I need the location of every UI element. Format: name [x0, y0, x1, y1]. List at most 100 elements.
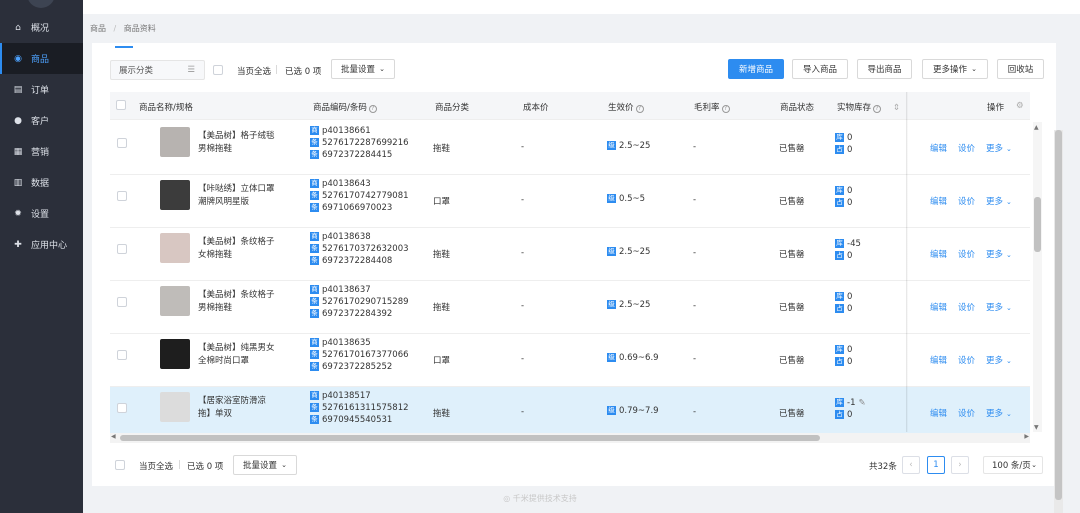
table-row[interactable]: 【咔哒绣】立体口罩 潮牌风明星版商 p40138643 条 52761707427790… — [110, 175, 1030, 228]
product-name[interactable]: 【居家浴室防滑凉 拖】单双 — [198, 395, 266, 421]
edit-link[interactable]: 编辑 — [930, 142, 947, 154]
product-thumbnail[interactable] — [160, 180, 190, 210]
set-price-link[interactable]: 设价 — [958, 407, 975, 419]
sidebar-item-3[interactable]: ● 客户 — [0, 105, 83, 136]
help-icon[interactable]: ? — [721, 105, 730, 113]
page-number[interactable]: 1 — [927, 456, 945, 474]
stock-cell: 库0占0 — [835, 132, 852, 156]
row-checkbox[interactable] — [117, 244, 127, 254]
scroll-up-icon[interactable]: ▲ — [1034, 124, 1039, 131]
page-size-select[interactable]: 100 条/页 ⌄ — [983, 456, 1043, 474]
column-settings-icon[interactable]: ⚙ — [1016, 101, 1024, 111]
product-thumbnail[interactable] — [160, 339, 190, 369]
help-icon[interactable]: ? — [873, 105, 882, 113]
select-page-checkbox[interactable] — [213, 65, 223, 75]
more-link[interactable]: 更多 ⌄ — [986, 195, 1012, 207]
edit-pencil-icon[interactable]: ✎ — [858, 398, 865, 408]
edit-link[interactable]: 编辑 — [930, 195, 947, 207]
new-product-button[interactable]: 新增商品 — [728, 59, 784, 79]
bottom-select-page-checkbox[interactable] — [115, 460, 125, 470]
breadcrumb-item[interactable]: 商品 — [90, 24, 106, 33]
more-link[interactable]: 更多 ⌄ — [986, 301, 1012, 313]
sidebar-item-7[interactable]: ✚ 应用中心 — [0, 229, 83, 260]
product-name[interactable]: 【美品树】条纹格子 女棉拖鞋 — [198, 236, 275, 262]
import-button[interactable]: 导入商品 — [792, 59, 848, 79]
row-checkbox[interactable] — [117, 350, 127, 360]
chevron-down-icon: ⌄ — [1006, 198, 1012, 206]
scrollbar-thumb[interactable] — [120, 435, 820, 441]
barcode: 5276170290715289 — [322, 297, 409, 307]
row-checkbox[interactable] — [117, 191, 127, 201]
cost-cell: - — [521, 248, 525, 258]
table-row[interactable]: 【美品树】条纹格子 女棉拖鞋商 p40138638 条 5276170372632003… — [110, 228, 1030, 281]
table-row[interactable]: 【美品树】纯黑男女 全棉时尚口罩商 p40138635 条 52761701673770… — [110, 334, 1030, 387]
help-icon[interactable]: ? — [368, 105, 377, 113]
barcode: 6972372284415 — [322, 150, 393, 160]
product-thumbnail[interactable] — [160, 392, 190, 422]
scroll-right-icon[interactable]: ▶ — [1024, 433, 1029, 440]
category-filter[interactable]: 展示分类 ☰ — [110, 60, 205, 80]
sidebar-item-0[interactable]: ⌂ 概况 — [0, 12, 83, 43]
bottom-batch-setting-button[interactable]: 批量设置 ⌄ — [233, 455, 297, 475]
set-price-link[interactable]: 设价 — [958, 248, 975, 260]
edit-link[interactable]: 编辑 — [930, 354, 947, 366]
more-link[interactable]: 更多 ⌄ — [986, 354, 1012, 366]
export-button[interactable]: 导出商品 — [857, 59, 912, 79]
product-name[interactable]: 【美品树】纯黑男女 全棉时尚口罩 — [198, 342, 275, 368]
scroll-left-icon[interactable]: ◀ — [111, 433, 116, 440]
next-page-button[interactable]: › — [951, 456, 969, 474]
product-thumbnail[interactable] — [160, 286, 190, 316]
sidebar-item-1[interactable]: ◉ 商品 — [0, 43, 83, 74]
table-row[interactable]: 【美品树】条纹格子 男棉拖鞋商 p40138637 条 5276170290715289… — [110, 281, 1030, 334]
table-row[interactable]: 【美品树】格子绒毯 男棉拖鞋商 p40138661 条 5276172287699216… — [110, 122, 1030, 175]
barcode-tag: 条 — [310, 138, 319, 147]
set-price-link[interactable]: 设价 — [958, 354, 975, 366]
more-link[interactable]: 更多 ⌄ — [986, 407, 1012, 419]
edit-link[interactable]: 编辑 — [930, 407, 947, 419]
price-level-tag: 级 — [607, 247, 616, 256]
table-vertical-scrollbar[interactable]: ▲ ▼ — [1033, 122, 1042, 432]
sort-icon[interactable]: ⇕ — [893, 103, 900, 113]
product-thumbnail[interactable] — [160, 127, 190, 157]
more-link[interactable]: 更多 ⌄ — [986, 142, 1012, 154]
goods-icon: ◉ — [14, 53, 22, 64]
product-name[interactable]: 【美品树】条纹格子 男棉拖鞋 — [198, 289, 275, 315]
more-link[interactable]: 更多 ⌄ — [986, 248, 1012, 260]
edit-link[interactable]: 编辑 — [930, 248, 947, 260]
bottom-selected-count: 已选 0 项 — [187, 462, 224, 472]
price-level-tag: 级 — [607, 300, 616, 309]
select-all-checkbox[interactable] — [116, 100, 126, 110]
help-icon[interactable]: ? — [635, 105, 644, 113]
row-checkbox[interactable] — [117, 297, 127, 307]
set-price-link[interactable]: 设价 — [958, 195, 975, 207]
chevron-down-icon: ⌄ — [971, 65, 977, 73]
product-name[interactable]: 【咔哒绣】立体口罩 潮牌风明星版 — [198, 183, 275, 209]
scrollbar-thumb[interactable] — [1034, 197, 1041, 252]
price-cell: 级 0.5~5 — [607, 194, 645, 204]
barcode: 6970945540531 — [322, 415, 393, 425]
sidebar-item-4[interactable]: ▦ 营销 — [0, 136, 83, 167]
set-price-link[interactable]: 设价 — [958, 301, 975, 313]
edit-link[interactable]: 编辑 — [930, 301, 947, 313]
prev-page-button[interactable]: ‹ — [902, 456, 920, 474]
row-checkbox[interactable] — [117, 138, 127, 148]
fixed-column-shadow — [906, 92, 908, 432]
page-scrollbar[interactable] — [1054, 130, 1063, 513]
recycle-bin-button[interactable]: 回收站 — [997, 59, 1044, 79]
page-scrollbar-thumb[interactable] — [1055, 130, 1062, 500]
more-ops-button[interactable]: 更多操作 ⌄ — [922, 59, 988, 79]
sidebar-item-2[interactable]: ▤ 订单 — [0, 74, 83, 105]
sidebar-item-6[interactable]: ✹ 设置 — [0, 198, 83, 229]
topbar-item[interactable] — [813, 0, 816, 5]
table-horizontal-scrollbar[interactable]: ◀ ▶ — [110, 433, 1030, 443]
product-name-line: 【美品树】条纹格子 — [198, 237, 275, 247]
margin-cell: - — [693, 195, 697, 205]
product-name[interactable]: 【美品树】格子绒毯 男棉拖鞋 — [198, 130, 275, 156]
row-checkbox[interactable] — [117, 403, 127, 413]
sidebar-item-label: 订单 — [31, 86, 50, 96]
sidebar-item-5[interactable]: ▥ 数据 — [0, 167, 83, 198]
product-thumbnail[interactable] — [160, 233, 190, 263]
scroll-down-icon[interactable]: ▼ — [1034, 424, 1039, 431]
batch-setting-button[interactable]: 批量设置 ⌄ — [331, 59, 395, 79]
set-price-link[interactable]: 设价 — [958, 142, 975, 154]
